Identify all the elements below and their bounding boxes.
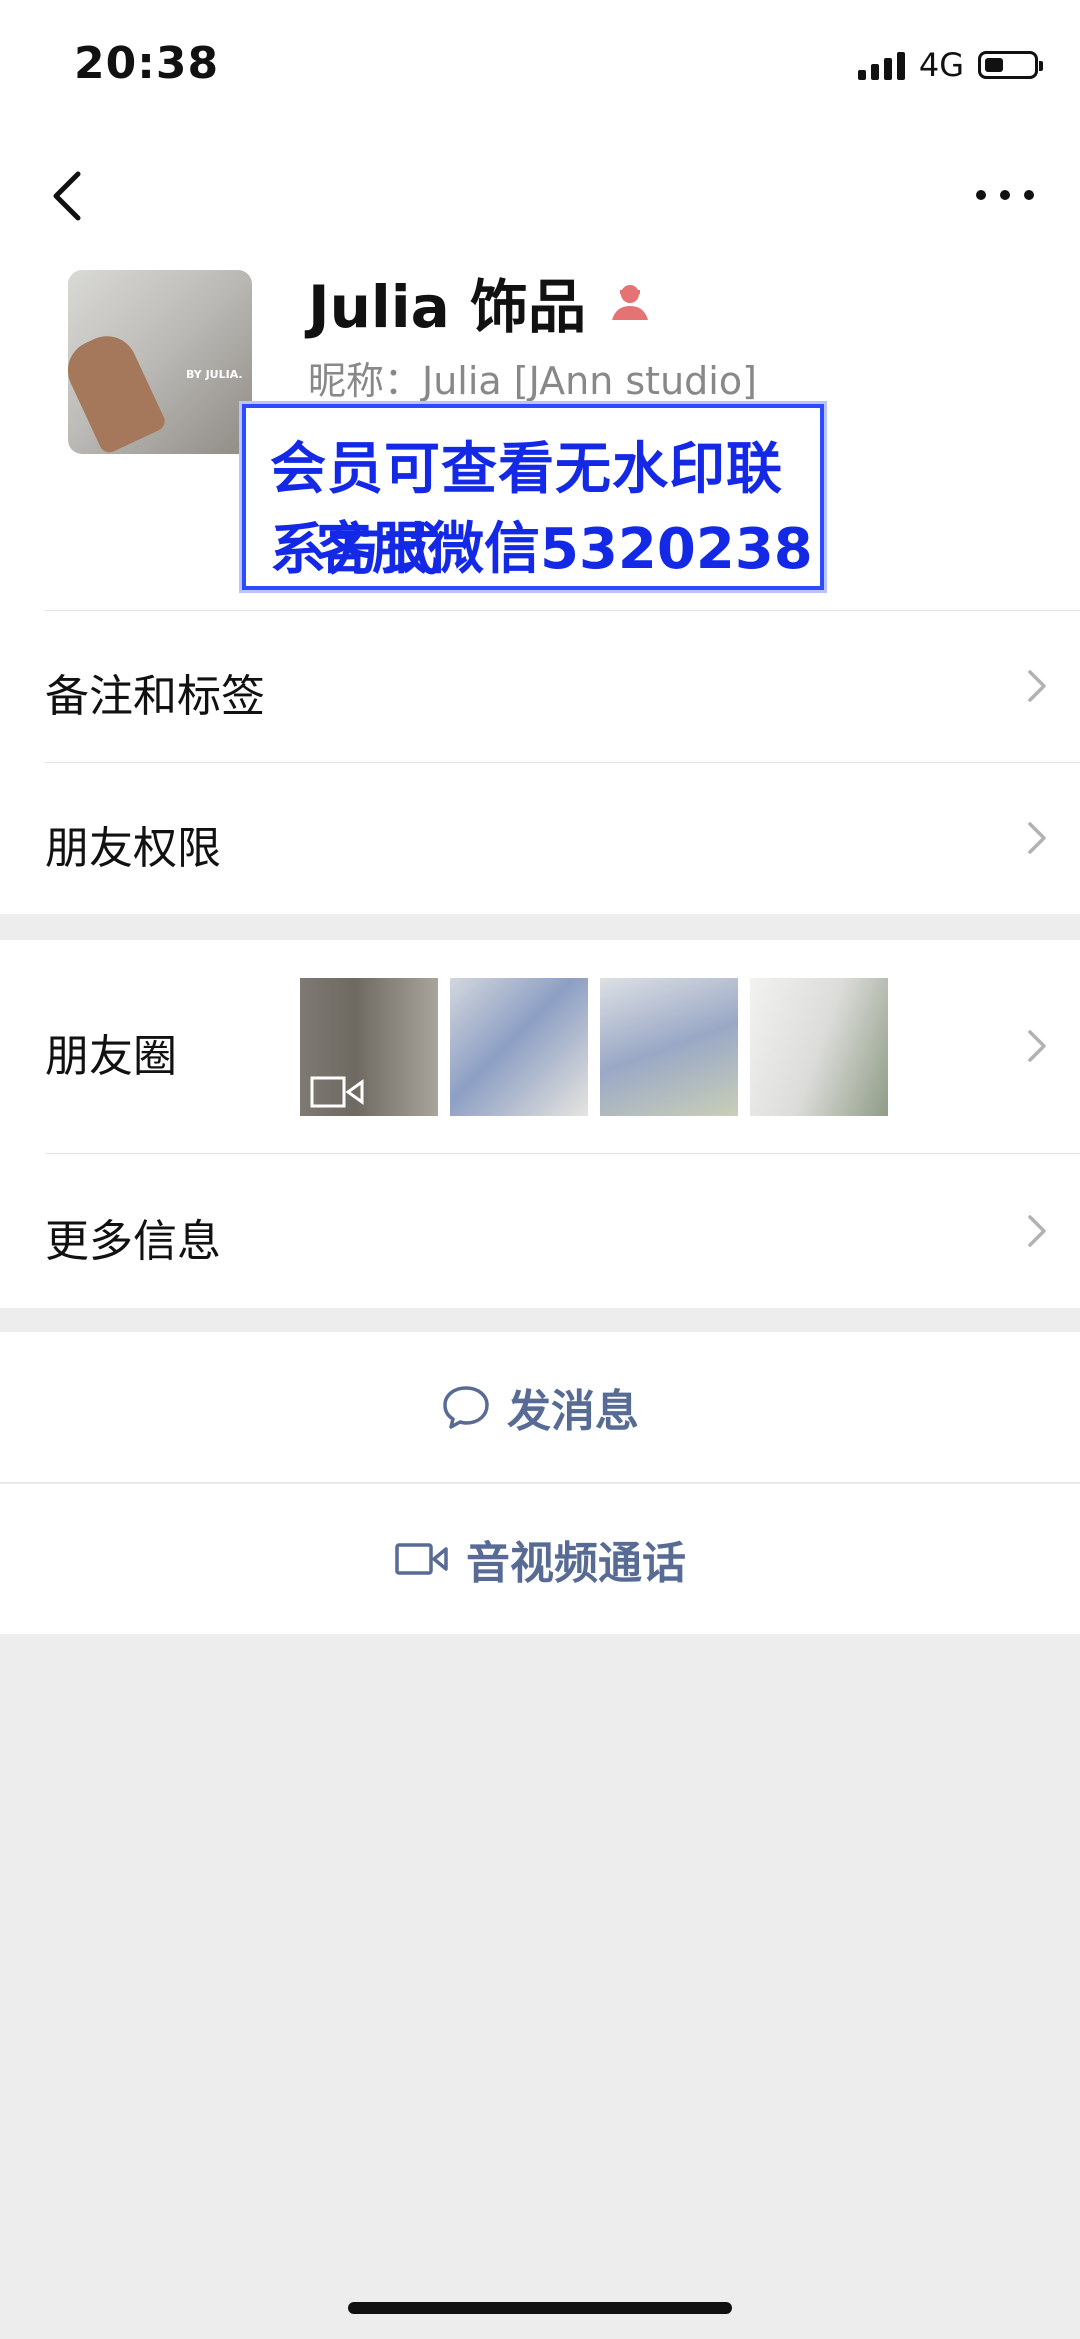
row-label-moments: 朋友圈	[45, 1031, 177, 1082]
name-row: Julia 饰品	[308, 260, 652, 344]
divider	[0, 1482, 1080, 1483]
chevron-right-icon	[1028, 1030, 1046, 1062]
chevron-right-icon	[1028, 1215, 1046, 1247]
status-indicators: 4G	[857, 46, 1043, 84]
avatar-brand-text: BY JULIA.	[186, 368, 243, 381]
row-label-more-info: 更多信息	[45, 1216, 221, 1267]
profile-header: BY JULIA. Julia 饰品 昵称：Julia [JAnn studio…	[0, 250, 1080, 610]
video-icon	[310, 1076, 364, 1108]
row-label-permissions: 朋友权限	[45, 823, 221, 874]
divider	[45, 1153, 1080, 1154]
moments-thumbnail	[450, 978, 588, 1116]
avatar[interactable]: BY JULIA.	[68, 270, 252, 454]
moments-thumbnail	[300, 978, 438, 1116]
nav-bar	[0, 150, 1080, 250]
chevron-right-icon	[1028, 670, 1046, 702]
contact-name: Julia 饰品	[308, 273, 586, 341]
video-camera-icon	[395, 1543, 448, 1575]
network-type: 4G	[918, 46, 964, 84]
watermark-line-2: 客服微信5320238	[316, 517, 813, 582]
row-more-info[interactable]: 更多信息	[0, 1153, 1080, 1308]
chat-bubble-icon	[443, 1386, 489, 1429]
send-message-button[interactable]: 发消息	[0, 1332, 1080, 1482]
female-gender-icon	[611, 285, 648, 320]
nickname: 昵称：Julia [JAnn studio]	[308, 359, 757, 403]
signal-icon	[857, 50, 905, 80]
battery-icon	[978, 51, 1043, 79]
back-arrow-icon[interactable]	[42, 166, 102, 226]
moments-thumbnail	[750, 978, 888, 1116]
more-options-icon[interactable]	[970, 180, 1040, 210]
row-remark-tags[interactable]: 备注和标签	[0, 610, 1080, 762]
home-indicator[interactable]	[348, 2302, 732, 2314]
send-message-label: 发消息	[507, 1386, 639, 1437]
video-call-label: 音视频通话	[466, 1538, 686, 1589]
moments-thumbnail	[600, 978, 738, 1116]
video-call-button[interactable]: 音视频通话	[0, 1482, 1080, 1634]
divider	[45, 762, 1080, 763]
row-friend-permissions[interactable]: 朋友权限	[0, 762, 1080, 914]
status-time: 20:38	[74, 38, 220, 89]
watermark-overlay: 会员可查看无水印联系方式 客服微信5320238	[242, 404, 824, 590]
row-moments[interactable]: 朋友圈	[0, 940, 1080, 1153]
row-label-remark: 备注和标签	[45, 671, 265, 722]
status-bar: 20:38 4G	[0, 0, 1080, 150]
chevron-right-icon	[1028, 822, 1046, 854]
divider	[45, 610, 1080, 611]
